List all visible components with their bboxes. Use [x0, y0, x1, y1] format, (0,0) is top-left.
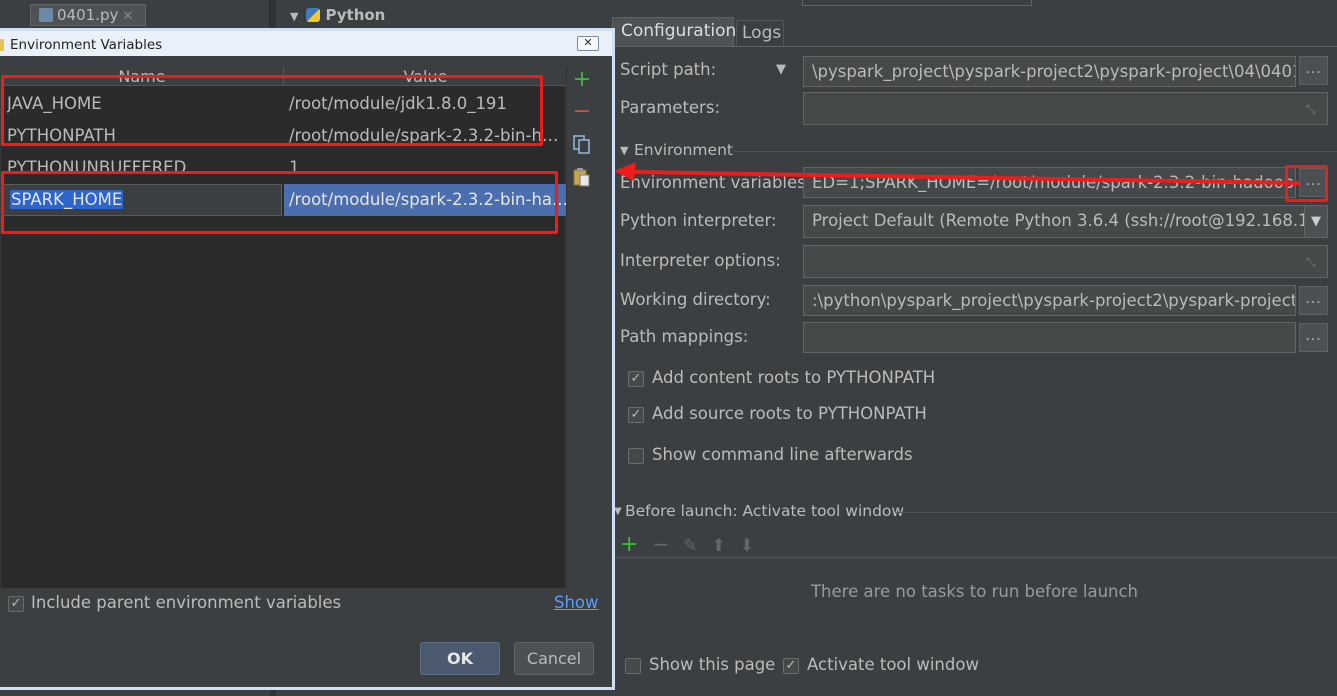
- copy-icon[interactable]: [570, 135, 594, 157]
- paste-icon[interactable]: [570, 167, 594, 189]
- remove-icon[interactable]: −: [652, 532, 669, 556]
- show-cmd-line-label: Show command line afterwards: [652, 445, 913, 464]
- working-dir-label: Working directory:: [620, 290, 771, 309]
- parameters-field[interactable]: [803, 92, 1328, 125]
- environment-section-title: Environment: [634, 141, 733, 159]
- interpreter-label: Python interpreter:: [620, 211, 777, 230]
- path-mappings-field[interactable]: [803, 322, 1296, 353]
- editor-file-tab[interactable]: 0401.py ✕: [30, 4, 146, 26]
- dialog-close-button[interactable]: ✕: [577, 36, 599, 51]
- interpreter-options-label: Interpreter options:: [620, 251, 781, 270]
- python-file-icon: [39, 8, 53, 22]
- expand-arrow-icon[interactable]: ▼: [290, 10, 298, 23]
- show-this-page-checkbox[interactable]: [625, 658, 641, 674]
- table-toolbar: + −: [566, 65, 596, 589]
- add-icon[interactable]: +: [620, 532, 638, 557]
- run-config-tree-item[interactable]: ▼ Python: [286, 6, 611, 28]
- script-path-browse-button[interactable]: ...: [1299, 56, 1328, 85]
- python-icon: [306, 8, 321, 22]
- collapse-arrow-icon[interactable]: ▼: [614, 506, 622, 517]
- arrow-up-icon[interactable]: ⬆: [711, 536, 725, 556]
- script-path-field[interactable]: \pyspark_project\pyspark-project2\pyspar…: [803, 56, 1296, 87]
- script-path-label: Script path:: [620, 60, 717, 79]
- interpreter-dropdown-icon[interactable]: ▼: [1304, 205, 1328, 238]
- tree-item-label: Python: [325, 6, 386, 24]
- show-link[interactable]: Show: [554, 593, 599, 612]
- add-source-roots-checkbox[interactable]: ✓: [628, 407, 644, 423]
- tab-configuration[interactable]: Configuration: [612, 17, 736, 46]
- edit-icon[interactable]: ✎: [683, 536, 697, 556]
- show-this-page-label: Show this page: [649, 655, 776, 674]
- cancel-button[interactable]: Cancel: [514, 642, 594, 675]
- close-icon[interactable]: ✕: [122, 9, 133, 24]
- before-launch-title: Before launch: Activate tool window: [625, 502, 905, 520]
- env-vars-dialog: Environment Variables ✕ Name Value JAVA_…: [0, 28, 615, 690]
- before-launch-toolbar: + − ✎ ⬆ ⬇: [620, 532, 768, 557]
- include-parent-checkbox[interactable]: ✓: [8, 596, 24, 612]
- path-mappings-edit-button[interactable]: ...: [1299, 323, 1328, 352]
- annotation-highlight-box: [1, 75, 543, 146]
- interpreter-options-field[interactable]: [803, 245, 1328, 278]
- section-separator: [734, 151, 1337, 152]
- working-dir-browse-button[interactable]: ...: [1299, 286, 1328, 315]
- dialog-titlebar[interactable]: Environment Variables: [0, 31, 612, 56]
- working-dir-field[interactable]: :\python\pyspark_project\pyspark-project…: [803, 285, 1296, 316]
- add-content-roots-label: Add content roots to PYTHONPATH: [652, 368, 936, 387]
- path-mappings-label: Path mappings:: [620, 327, 749, 346]
- app-icon: [0, 39, 4, 51]
- arrow-down-icon[interactable]: ⬇: [740, 536, 754, 556]
- expand-field-icon[interactable]: ⤡: [1306, 102, 1320, 116]
- interpreter-select[interactable]: Project Default (Remote Python 3.6.4 (ss…: [803, 205, 1306, 238]
- annotation-arrow: [614, 162, 1301, 185]
- parameters-label: Parameters:: [620, 98, 720, 117]
- annotation-highlight-box: [1, 171, 558, 234]
- include-parent-label: Include parent environment variables: [31, 593, 342, 612]
- collapse-arrow-icon[interactable]: ▼: [620, 144, 628, 157]
- dialog-title: Environment Variables: [10, 37, 163, 53]
- section-separator: [896, 512, 1337, 513]
- ok-button[interactable]: OK: [420, 642, 500, 675]
- add-content-roots-checkbox[interactable]: ✓: [628, 371, 644, 387]
- tab-logs[interactable]: Logs: [736, 20, 784, 46]
- file-tab-label: 0401.py: [57, 6, 119, 24]
- activate-tool-window-checkbox[interactable]: ✓: [783, 658, 799, 674]
- add-source-roots-label: Add source roots to PYTHONPATH: [652, 404, 927, 423]
- add-variable-button[interactable]: +: [570, 69, 594, 91]
- empty-tasks-message: There are no tasks to run before launch: [810, 582, 1139, 601]
- script-type-dropdown-icon[interactable]: ▼: [776, 62, 786, 77]
- name-field[interactable]: [802, 0, 1032, 6]
- tab-divider: [612, 46, 1337, 47]
- expand-field-icon[interactable]: ⤡: [1306, 255, 1320, 269]
- activate-tool-window-label: Activate tool window: [807, 655, 979, 674]
- remove-variable-button[interactable]: −: [570, 101, 594, 123]
- show-cmd-line-checkbox[interactable]: [628, 448, 644, 464]
